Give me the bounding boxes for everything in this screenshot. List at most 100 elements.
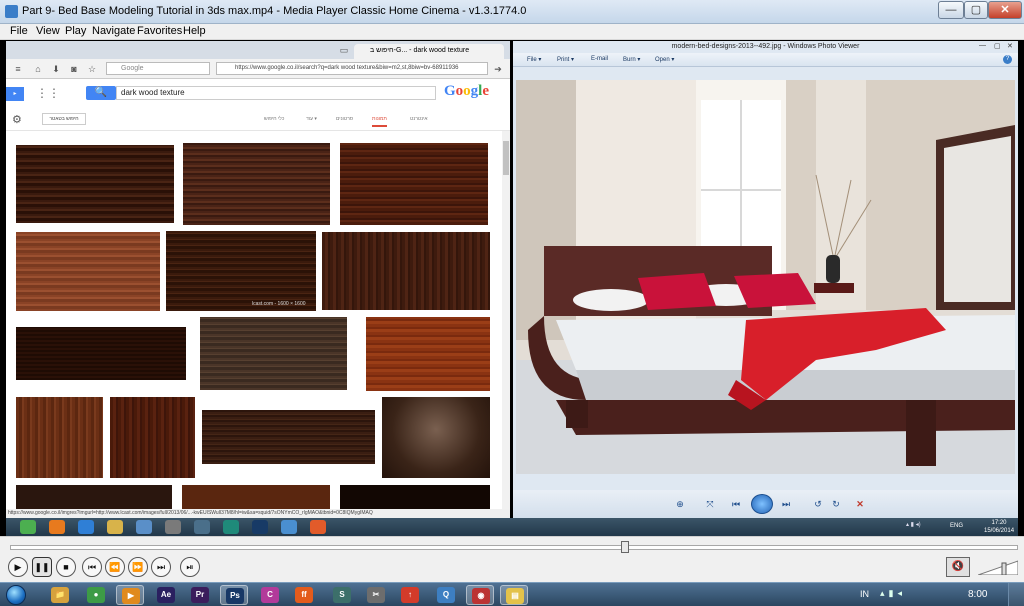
- image-result[interactable]: [202, 410, 375, 464]
- show-desktop-button[interactable]: [1008, 583, 1024, 606]
- image-result[interactable]: [16, 397, 103, 478]
- taskbar-app-9[interactable]: ✂: [362, 585, 390, 605]
- tab-images[interactable]: תמונות: [372, 116, 387, 127]
- tab-search-tools[interactable]: כלי חיפוש: [264, 116, 284, 122]
- address-bar[interactable]: https://www.google.co.il/search?q=dark w…: [216, 62, 488, 75]
- image-result[interactable]: [382, 397, 490, 478]
- video-taskbar-app-grid[interactable]: [310, 520, 326, 534]
- forward-icon[interactable]: ➔: [492, 63, 504, 75]
- browser-search-field[interactable]: Google: [106, 62, 210, 75]
- viewer-maximize-button[interactable]: ▢: [994, 42, 1001, 50]
- viewer-minimize-button[interactable]: —: [979, 42, 986, 49]
- video-taskbar-app-firefox[interactable]: [49, 520, 65, 534]
- image-result[interactable]: [16, 145, 174, 223]
- slideshow-button[interactable]: [751, 494, 773, 514]
- viewer-menu-burn[interactable]: Burn ▾: [623, 56, 640, 63]
- taskbar-app-12[interactable]: ◉: [466, 585, 494, 605]
- video-taskbar-app-ie[interactable]: [78, 520, 94, 534]
- taskbar-language[interactable]: IN: [860, 589, 869, 599]
- taskbar-app-5[interactable]: Ps: [220, 585, 248, 605]
- taskbar-app-3[interactable]: Ae: [152, 585, 180, 605]
- video-taskbar-app-viewer[interactable]: [281, 520, 297, 534]
- taskbar-app-4[interactable]: Pr: [186, 585, 214, 605]
- image-result[interactable]: [182, 485, 330, 509]
- image-result[interactable]: [183, 143, 330, 225]
- results-scrollbar[interactable]: [502, 131, 510, 509]
- gear-icon[interactable]: ⚙: [12, 113, 22, 126]
- taskbar-app-11[interactable]: Q: [432, 585, 460, 605]
- rotate-left-icon[interactable]: ↺: [811, 498, 825, 510]
- taskbar-app-2[interactable]: ▶: [116, 585, 144, 605]
- image-result[interactable]: [16, 485, 172, 509]
- viewer-menu-email[interactable]: E-mail: [591, 56, 608, 62]
- viewer-menu-print[interactable]: Print ▾: [557, 56, 574, 63]
- tab-web[interactable]: אינטרנט: [410, 116, 428, 122]
- menu-view[interactable]: View: [36, 25, 60, 37]
- image-result[interactable]: [16, 327, 186, 380]
- stop-button[interactable]: ■: [56, 557, 76, 577]
- taskbar-app-0[interactable]: 📁: [46, 585, 74, 605]
- image-result-hovered[interactable]: lcast.com - 1600 × 1600: [166, 231, 316, 311]
- viewer-close-button[interactable]: ✕: [1007, 42, 1013, 50]
- image-result[interactable]: [340, 143, 488, 225]
- previous-button[interactable]: ⏮: [82, 557, 102, 577]
- google-search-input[interactable]: dark wood texture: [116, 86, 436, 100]
- viewer-menu-open[interactable]: Open ▾: [655, 56, 674, 63]
- menu-navigate[interactable]: Navigate: [92, 25, 135, 37]
- actual-size-icon[interactable]: ⤧: [703, 498, 717, 510]
- video-taskbar-app-chrome[interactable]: [20, 520, 36, 534]
- taskbar-app-6[interactable]: C: [256, 585, 284, 605]
- mute-icon[interactable]: 🔇: [946, 557, 970, 577]
- home-icon[interactable]: ⌂: [32, 63, 44, 75]
- video-taskbar-app-explorer[interactable]: [107, 520, 123, 534]
- menu-favorites[interactable]: Favorites: [137, 25, 182, 37]
- browser-tab[interactable]: חיפוש ב-G... - dark wood texture: [354, 44, 504, 59]
- image-result[interactable]: [110, 397, 195, 478]
- signin-button[interactable]: ▸: [6, 87, 24, 101]
- menu-icon[interactable]: ≡: [12, 63, 24, 75]
- volume-slider[interactable]: [978, 559, 1018, 575]
- download-icon[interactable]: ⬇: [50, 63, 62, 75]
- new-tab-button[interactable]: ▭: [336, 45, 352, 57]
- taskbar-app-1[interactable]: ●: [82, 585, 110, 605]
- search-tools-button[interactable]: חיפוש בטאטר: [42, 113, 86, 125]
- taskbar-app-8[interactable]: S: [328, 585, 356, 605]
- pause-button[interactable]: ❚❚: [32, 557, 52, 577]
- image-result[interactable]: [16, 232, 160, 311]
- seek-thumb[interactable]: [620, 541, 629, 553]
- next-icon[interactable]: ⏭: [779, 498, 793, 510]
- image-result[interactable]: [200, 317, 347, 390]
- taskbar-app-10[interactable]: ↑: [396, 585, 424, 605]
- minimize-button[interactable]: —: [938, 1, 964, 19]
- google-search-button[interactable]: 🔍: [86, 86, 116, 100]
- video-taskbar-app-ps[interactable]: [252, 520, 268, 534]
- viewer-menu-file[interactable]: File ▾: [527, 56, 541, 63]
- video-taskbar-app-3ds[interactable]: [223, 520, 239, 534]
- rewind-button[interactable]: ⏪: [105, 557, 125, 577]
- tab-videos[interactable]: סרטונים: [336, 116, 353, 122]
- video-taskbar-app-control[interactable]: [136, 520, 152, 534]
- play-button[interactable]: ▶: [8, 557, 28, 577]
- help-icon[interactable]: ?: [1003, 55, 1012, 64]
- image-result[interactable]: [322, 232, 490, 310]
- fast-forward-button[interactable]: ⏩: [128, 557, 148, 577]
- seek-bar[interactable]: [10, 545, 1018, 550]
- image-result[interactable]: [340, 485, 490, 509]
- tray-icons[interactable]: ▴▮◂: [880, 588, 906, 599]
- menu-help[interactable]: Help: [183, 25, 206, 37]
- tab-more[interactable]: עוד ▾: [306, 116, 317, 122]
- delete-icon[interactable]: ✕: [853, 498, 867, 510]
- next-button[interactable]: ⏭: [151, 557, 171, 577]
- frame-step-button[interactable]: ⏯: [180, 557, 200, 577]
- image-result[interactable]: [366, 317, 490, 391]
- menu-play[interactable]: Play: [65, 25, 86, 37]
- maximize-button[interactable]: ▢: [964, 1, 988, 19]
- taskbar-app-7[interactable]: ff: [290, 585, 318, 605]
- taskbar-clock[interactable]: 8:00: [968, 589, 987, 600]
- zoom-icon[interactable]: ⊕: [673, 498, 687, 510]
- start-button[interactable]: [6, 585, 26, 605]
- previous-icon[interactable]: ⏮: [729, 498, 743, 510]
- star-icon[interactable]: ☆: [86, 63, 98, 75]
- apps-grid-icon[interactable]: ⋮⋮: [36, 87, 60, 99]
- close-button[interactable]: ✕: [988, 1, 1022, 19]
